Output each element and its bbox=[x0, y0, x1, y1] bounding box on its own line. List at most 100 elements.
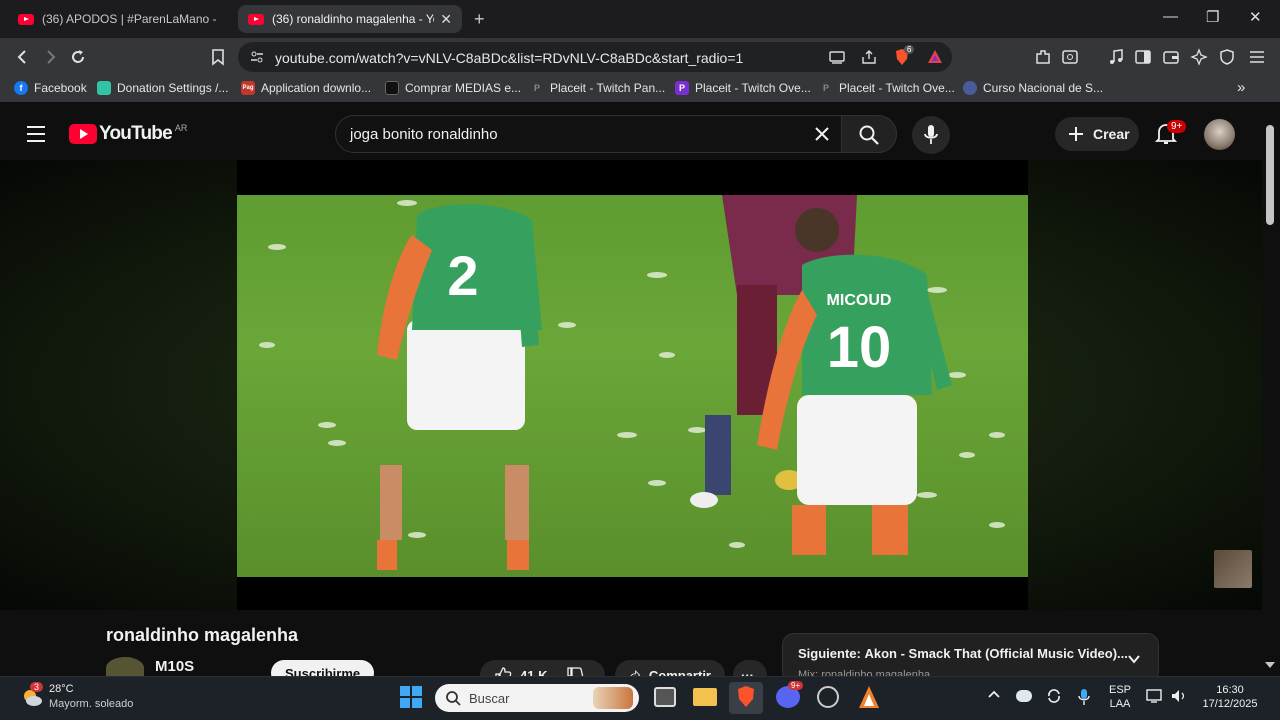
create-button[interactable]: Crear bbox=[1055, 117, 1139, 151]
bookmark-label: Placeit - Twitch Ove... bbox=[695, 81, 811, 95]
task-view-icon[interactable] bbox=[654, 687, 676, 707]
cast-icon[interactable] bbox=[828, 48, 846, 66]
bookmark-application-download[interactable]: Pag Application downlo... bbox=[241, 81, 371, 95]
up-next-label: Siguiente: bbox=[798, 646, 861, 661]
bookmark-label: Comprar MEDIAS e... bbox=[405, 81, 522, 95]
tab-apodos[interactable]: (36) APODOS | #ParenLaMano - YouT bbox=[8, 5, 230, 33]
microphone-icon bbox=[923, 124, 939, 146]
bookmark-label: Curso Nacional de S... bbox=[983, 81, 1104, 95]
close-window-button[interactable]: ✕ bbox=[1249, 8, 1262, 26]
obs-icon[interactable] bbox=[817, 686, 839, 708]
search-input[interactable]: joga bonito ronaldinho bbox=[350, 126, 498, 143]
bookmark-facebook[interactable]: f Facebook bbox=[14, 81, 87, 95]
bookmark-curso-nacional[interactable]: Curso Nacional de S... bbox=[963, 81, 1103, 95]
start-button[interactable] bbox=[400, 686, 422, 708]
scrollbar-thumb[interactable] bbox=[1266, 125, 1274, 225]
back-icon[interactable] bbox=[13, 47, 33, 67]
jersey-number-left: 2 bbox=[447, 244, 478, 307]
file-explorer-icon[interactable] bbox=[693, 688, 717, 706]
brave-rewards-icon[interactable] bbox=[926, 48, 944, 66]
weather-temp: 28°C bbox=[49, 683, 74, 695]
bookmark-placeit-twitch-overlay[interactable]: P Placeit - Twitch Ove... bbox=[675, 81, 811, 95]
notifications-button[interactable]: 9+ bbox=[1155, 120, 1187, 146]
search-button[interactable] bbox=[841, 115, 897, 153]
wallet-icon[interactable] bbox=[1161, 47, 1181, 67]
mic-tray-icon[interactable] bbox=[1077, 688, 1091, 706]
leo-ai-icon[interactable] bbox=[1189, 47, 1209, 67]
menu-icon[interactable] bbox=[1247, 47, 1267, 67]
brave-browser-icon[interactable] bbox=[735, 685, 757, 709]
network-icon[interactable] bbox=[1146, 688, 1164, 704]
youtube-favicon-icon bbox=[18, 13, 34, 25]
tray-expand-icon[interactable] bbox=[987, 688, 1001, 702]
notification-badge: 9+ bbox=[1167, 120, 1187, 133]
sync-icon[interactable] bbox=[1046, 688, 1062, 704]
soccer-scene-illustration: 2 MICOUD 10 bbox=[259, 195, 1005, 570]
bookmark-placeit-twitch-overlay-2[interactable]: P Placeit - Twitch Ove... bbox=[819, 81, 955, 95]
extensions-icon[interactable] bbox=[1033, 47, 1053, 67]
voice-search-button[interactable] bbox=[912, 116, 950, 154]
weather-widget[interactable]: 3 bbox=[20, 682, 44, 709]
language-indicator[interactable]: ESP LAA bbox=[1106, 684, 1134, 710]
bookmark-donation-settings[interactable]: Donation Settings /... bbox=[97, 81, 228, 95]
up-next-title: Akon - Smack That (Official Music Video)… bbox=[864, 646, 1128, 661]
youtube-logo[interactable]: YouTube AR bbox=[69, 123, 187, 145]
clear-search-icon[interactable] bbox=[813, 125, 831, 143]
bookmark-label: Application downlo... bbox=[261, 81, 372, 95]
store-icon bbox=[385, 81, 399, 95]
share-icon[interactable] bbox=[860, 48, 878, 66]
taskbar-search-icon bbox=[446, 691, 461, 706]
video-frame[interactable]: 2 MICOUD 10 bbox=[237, 195, 1028, 577]
jersey-number-right: 10 bbox=[827, 315, 892, 380]
reload-icon[interactable] bbox=[68, 47, 88, 67]
clock[interactable]: 16:30 17/12/2025 bbox=[1196, 684, 1264, 710]
bookmarks-overflow-button[interactable]: » bbox=[1237, 79, 1245, 96]
search-highlight-image bbox=[593, 687, 633, 709]
placeit-icon: P bbox=[822, 83, 829, 93]
weather-badge: 3 bbox=[30, 682, 44, 692]
clock-date: 17/12/2025 bbox=[1202, 698, 1258, 710]
volume-icon[interactable] bbox=[1170, 688, 1188, 704]
language-bottom: LAA bbox=[1109, 698, 1131, 710]
taskbar-search[interactable]: Buscar bbox=[435, 684, 639, 712]
search-box[interactable]: joga bonito ronaldinho bbox=[335, 115, 897, 153]
bookmark-icon[interactable] bbox=[208, 47, 228, 67]
youtube-favicon-icon bbox=[248, 13, 264, 25]
miniplayer-thumbnail[interactable] bbox=[1214, 550, 1252, 588]
media-icon[interactable] bbox=[1106, 47, 1126, 67]
bookmark-comprar-medias[interactable]: Comprar MEDIAS e... bbox=[385, 81, 521, 95]
tab-title: (36) APODOS | #ParenLaMano - YouT bbox=[42, 12, 220, 26]
bookmark-placeit-twitch-panel[interactable]: P Placeit - Twitch Pan... bbox=[530, 81, 665, 95]
discord-icon[interactable]: 9+ bbox=[776, 681, 804, 708]
maximize-button[interactable]: ❐ bbox=[1206, 8, 1219, 26]
new-tab-button[interactable]: + bbox=[474, 9, 485, 30]
bookmark-label: Donation Settings /... bbox=[117, 81, 229, 95]
bookmark-label: Placeit - Twitch Pan... bbox=[550, 81, 666, 95]
channel-name[interactable]: M10S bbox=[155, 658, 194, 675]
facebook-icon: f bbox=[14, 81, 28, 95]
app-shortcut-icon[interactable] bbox=[857, 684, 881, 710]
hamburger-menu-icon[interactable] bbox=[25, 124, 47, 144]
sidebar-icon[interactable] bbox=[1133, 47, 1153, 67]
tab-ronaldinho[interactable]: (36) ronaldinho magalenha - You ✕ bbox=[238, 5, 462, 33]
discord-badge: 9+ bbox=[788, 681, 804, 690]
site-settings-icon[interactable] bbox=[249, 49, 265, 65]
scroll-down-arrow-icon[interactable] bbox=[1265, 662, 1275, 668]
bookmark-label: Placeit - Twitch Ove... bbox=[839, 81, 955, 95]
minimize-button[interactable]: — bbox=[1163, 8, 1178, 25]
address-bar[interactable]: youtube.com/watch?v=vNLV-C8aBDc&list=RDv… bbox=[238, 42, 952, 72]
taskbar-search-label: Buscar bbox=[469, 691, 510, 706]
course-icon bbox=[963, 81, 977, 95]
user-avatar[interactable] bbox=[1204, 119, 1235, 150]
onedrive-icon[interactable] bbox=[1016, 690, 1032, 702]
tab-close-icon[interactable]: ✕ bbox=[440, 11, 452, 28]
vpn-shield-icon[interactable] bbox=[1217, 47, 1237, 67]
brave-shields-icon[interactable]: 6 bbox=[892, 45, 915, 67]
create-label: Crear bbox=[1093, 126, 1130, 142]
pag-icon: Pag bbox=[241, 81, 255, 95]
forward-icon[interactable] bbox=[40, 47, 60, 67]
chevron-down-icon[interactable] bbox=[1125, 650, 1143, 668]
jersey-name-right: MICOUD bbox=[827, 292, 892, 309]
weather-description: Mayorm. soleado bbox=[49, 698, 134, 710]
reader-icon[interactable] bbox=[1060, 47, 1080, 67]
